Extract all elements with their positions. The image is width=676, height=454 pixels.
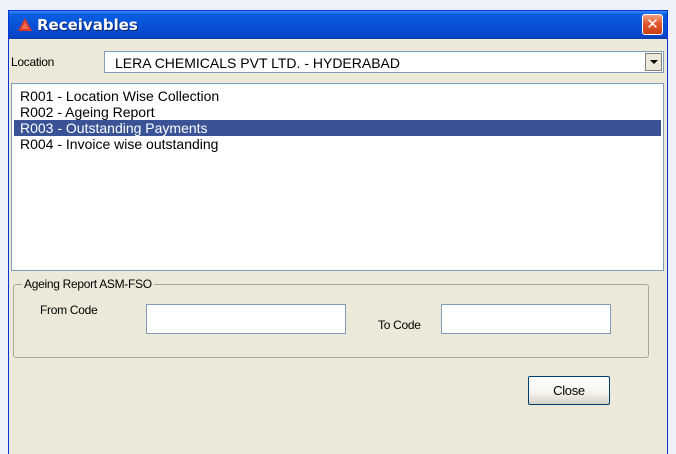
chevron-down-icon[interactable] xyxy=(645,53,662,71)
report-list[interactable]: R001 - Location Wise Collection R002 - A… xyxy=(11,83,664,271)
title-bar[interactable]: Receivables ✕ xyxy=(9,11,667,39)
app-icon xyxy=(18,18,32,31)
location-select[interactable]: LERA CHEMICALS PVT LTD. - HYDERABAD xyxy=(104,51,664,73)
list-item[interactable]: R002 - Ageing Report xyxy=(14,104,661,120)
location-label: Location xyxy=(11,55,54,69)
location-value: LERA CHEMICALS PVT LTD. - HYDERABAD xyxy=(115,55,400,71)
list-item[interactable]: R001 - Location Wise Collection xyxy=(14,88,661,104)
from-code-label: From Code xyxy=(40,303,98,317)
to-code-input[interactable] xyxy=(441,304,611,334)
window-title: Receivables xyxy=(37,16,138,34)
group-legend: Ageing Report ASM-FSO xyxy=(22,277,154,291)
list-item-selected[interactable]: R003 - Outstanding Payments xyxy=(14,120,661,136)
list-item[interactable]: R004 - Invoice wise outstanding xyxy=(14,136,661,152)
close-button[interactable]: Close xyxy=(528,376,610,405)
receivables-window: Receivables ✕ Location LERA CHEMICALS PV… xyxy=(8,10,668,454)
ageing-report-group: Ageing Report ASM-FSO From Code To Code xyxy=(13,277,649,358)
from-code-input[interactable] xyxy=(146,304,346,334)
close-icon[interactable]: ✕ xyxy=(642,14,663,35)
to-code-label: To Code xyxy=(378,318,421,332)
